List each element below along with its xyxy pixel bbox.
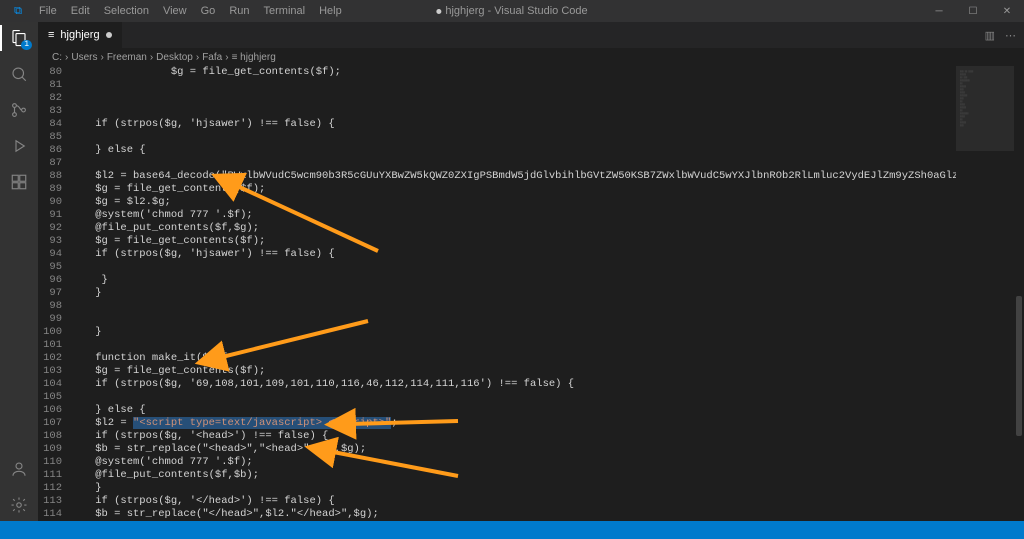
file-icon: ≡ [48, 29, 54, 41]
breadcrumbs[interactable]: C:› Users› Freeman› Desktop› Fafa› ≡ hjg… [38, 48, 1024, 66]
menu-selection[interactable]: Selection [97, 5, 156, 17]
window-controls: ─ ☐ ✕ [922, 0, 1024, 22]
tab-label: hjghjerg [60, 29, 99, 41]
crumb[interactable]: Fafa [202, 52, 222, 63]
code-content[interactable]: $g = file_get_contents($f); if (strpos($… [70, 66, 956, 521]
crumb[interactable]: Users [71, 52, 97, 63]
vscode-logo-icon: ⧉ [8, 1, 28, 21]
gear-icon[interactable] [9, 495, 29, 515]
scrollbar-thumb[interactable] [1016, 296, 1022, 436]
menu-view[interactable]: View [156, 5, 194, 17]
tab-dirty-dot-icon [106, 32, 112, 38]
tab-hjghjerg[interactable]: ≡ hjghjerg [38, 22, 123, 48]
editor-body[interactable]: 8081828384858687888990919293949596979899… [38, 66, 1024, 521]
vertical-scrollbar[interactable] [1014, 66, 1024, 521]
extensions-icon[interactable] [9, 172, 29, 192]
run-debug-icon[interactable] [9, 136, 29, 156]
explorer-badge: 1 [21, 40, 32, 50]
crumb[interactable]: Freeman [107, 52, 147, 63]
split-editor-icon[interactable]: ▥ [985, 29, 995, 42]
account-icon[interactable] [9, 459, 29, 479]
menu-edit[interactable]: Edit [64, 5, 97, 17]
dirty-indicator-icon [436, 9, 441, 14]
tabs-bar: ≡ hjghjerg ▥ ⋯ [38, 22, 1024, 48]
menu-go[interactable]: Go [194, 5, 223, 17]
maximize-button[interactable]: ☐ [956, 0, 990, 22]
menu-bar: ⧉ File Edit Selection View Go Run Termin… [0, 0, 349, 22]
status-bar[interactable] [0, 521, 1024, 539]
close-button[interactable]: ✕ [990, 0, 1024, 22]
editor-area: ≡ hjghjerg ▥ ⋯ C:› Users› Freeman› Deskt… [38, 22, 1024, 521]
window-title-text: hjghjerg - Visual Studio Code [445, 5, 587, 17]
menu-help[interactable]: Help [312, 5, 349, 17]
more-actions-icon[interactable]: ⋯ [1005, 29, 1016, 42]
activity-bar: 1 [0, 22, 38, 521]
explorer-icon[interactable]: 1 [9, 28, 29, 48]
editor-toolbar: ▥ ⋯ [985, 29, 1024, 42]
title-bar: ⧉ File Edit Selection View Go Run Termin… [0, 0, 1024, 22]
window-title: hjghjerg - Visual Studio Code [436, 5, 587, 17]
minimap[interactable]: ███ ██ ███████████ █████████████████████… [956, 66, 1014, 521]
menu-file[interactable]: File [32, 5, 64, 17]
menu-terminal[interactable]: Terminal [257, 5, 313, 17]
search-icon[interactable] [9, 64, 29, 84]
minimize-button[interactable]: ─ [922, 0, 956, 22]
crumb[interactable]: Desktop [156, 52, 193, 63]
crumb[interactable]: C: [52, 52, 62, 63]
crumb[interactable]: ≡ hjghjerg [232, 52, 276, 63]
source-control-icon[interactable] [9, 100, 29, 120]
menu-run[interactable]: Run [222, 5, 256, 17]
line-number-gutter: 8081828384858687888990919293949596979899… [38, 66, 70, 521]
